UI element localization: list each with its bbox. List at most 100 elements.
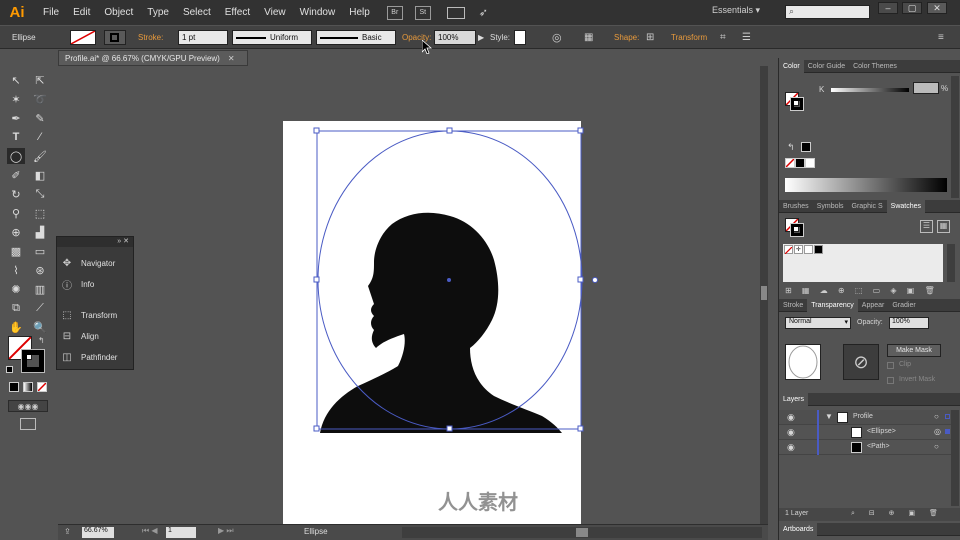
align-panel-button[interactable]: ⊟ Align (61, 327, 131, 345)
swatch-none[interactable] (784, 245, 793, 255)
tab-swatches[interactable]: Swatches (886, 199, 926, 213)
panel-header[interactable]: » ✕ (57, 237, 133, 247)
swatch-grid[interactable]: ✛ (783, 244, 943, 282)
tab-stroke[interactable]: Stroke (779, 299, 807, 312)
first-artboard-icon[interactable]: ⏮ ◀ (142, 526, 158, 536)
tab-artboards[interactable]: Artboards (779, 522, 818, 536)
stroke-color-icon[interactable] (21, 349, 45, 373)
next-artboard-icon[interactable]: ▶ ⏭ (218, 526, 234, 536)
layer-name-ellipse[interactable]: <Ellipse> (867, 428, 896, 435)
artboard-tool-icon[interactable]: ⧉ (7, 300, 25, 316)
navigator-panel-button[interactable]: ✥ Navigator (61, 254, 131, 272)
color-mode-icon[interactable] (9, 382, 19, 392)
shape-builder-tool-icon[interactable]: ⊕ (7, 224, 25, 240)
curvature-tool-icon[interactable]: ✎ (31, 110, 49, 126)
magic-wand-tool-icon[interactable]: ✶ (7, 91, 25, 107)
menu-effect[interactable]: Effect (218, 7, 257, 18)
menu-edit[interactable]: Edit (66, 7, 97, 18)
canvas-area[interactable]: 人人素材 (58, 66, 768, 526)
horizontal-scroll-thumb[interactable] (576, 528, 588, 537)
layer-row-path[interactable]: ◉ <Path> ○ (779, 440, 951, 455)
eraser-tool-icon[interactable]: ◧ (31, 167, 49, 183)
stroke-weight-field[interactable]: 1 pt (178, 30, 228, 45)
gradient-mode-icon[interactable] (23, 382, 33, 392)
visibility-eye-icon[interactable]: ◉ (787, 412, 795, 423)
opacity-field[interactable]: 100% (434, 30, 476, 45)
info-panel-button[interactable]: ⓘ Info (61, 275, 131, 293)
selection-tool-icon[interactable]: ↖ (7, 72, 25, 88)
menu-type[interactable]: Type (140, 7, 176, 18)
ellipse-tool-icon[interactable]: ◯ (7, 148, 25, 164)
scale-tool-icon[interactable]: ⤡ (31, 186, 49, 202)
visibility-eye-icon[interactable]: ◉ (787, 427, 795, 438)
panel-menu-icon[interactable]: ≡ (938, 30, 944, 45)
artboard-number-field[interactable]: 1 (166, 527, 196, 538)
share-icon[interactable]: ⇪ (64, 527, 71, 536)
shaper-tool-icon[interactable]: ✐ (7, 167, 25, 183)
target-circle-icon[interactable]: ○ (934, 412, 939, 421)
tab-transparency[interactable]: Transparency (807, 298, 858, 312)
stock-button[interactable]: St (414, 5, 431, 20)
recolor-artwork-icon[interactable]: ◎ (552, 30, 562, 45)
gpu-performance-icon[interactable]: ➶ (479, 6, 488, 19)
k-value-field[interactable] (913, 82, 939, 94)
blend-mode-select[interactable]: Normal ▾ (785, 317, 851, 329)
close-tab-icon[interactable]: ✕ (228, 54, 235, 63)
layers-scrollbar[interactable] (951, 410, 959, 506)
horizontal-scrollbar[interactable] (402, 527, 762, 538)
out-of-gamut-icon[interactable]: ↰ (787, 142, 795, 153)
type-tool-icon[interactable]: T (7, 129, 25, 145)
tab-color-themes[interactable]: Color Themes (849, 60, 901, 73)
target-circle-icon[interactable]: ◎ (934, 427, 941, 436)
pathfinder-panel-button[interactable]: ◫ Pathfinder (61, 348, 131, 366)
swatches-scrollbar[interactable] (947, 244, 955, 282)
graphic-style-swatch[interactable] (514, 30, 526, 45)
rotate-tool-icon[interactable]: ↻ (7, 186, 25, 202)
transform-link[interactable]: Transform (671, 30, 707, 45)
make-mask-button[interactable]: Make Mask (887, 344, 941, 357)
gradient-tool-icon[interactable]: ▭ (31, 243, 49, 259)
list-view-icon[interactable]: ☰ (920, 220, 933, 233)
k-slider[interactable] (831, 88, 909, 92)
symbol-sprayer-tool-icon[interactable]: ✺ (7, 281, 25, 297)
tab-symbols[interactable]: Symbols (813, 200, 848, 213)
target-circle-icon[interactable]: ○ (934, 442, 939, 451)
opacity-arrow-icon[interactable]: ▶ (478, 30, 484, 45)
tab-brushes[interactable]: Brushes (779, 200, 813, 213)
menu-help[interactable]: Help (342, 7, 377, 18)
pen-tool-icon[interactable]: ✒ (7, 110, 25, 126)
minimize-button[interactable]: – (878, 2, 898, 14)
swatch-white[interactable] (804, 245, 813, 254)
screen-mode-icon[interactable] (20, 418, 36, 430)
bridge-button[interactable]: Br (386, 5, 403, 20)
selected-indicator-icon[interactable] (945, 414, 950, 419)
layer-row-profile[interactable]: ◉ ▼ Profile ○ (779, 410, 951, 425)
stroke-link[interactable]: Stroke: (138, 30, 163, 45)
maximize-button[interactable]: ▢ (902, 2, 922, 14)
none-swatch[interactable] (785, 158, 795, 168)
document-tab[interactable]: Profile.ai* @ 66.67% (CMYK/GPU Preview) … (58, 50, 248, 66)
fill-swatch[interactable] (70, 30, 96, 45)
shape-link[interactable]: Shape: (614, 30, 639, 45)
column-graph-tool-icon[interactable]: ▥ (31, 281, 49, 297)
menu-view[interactable]: View (257, 7, 293, 18)
align-options-icon[interactable]: ▦ (584, 30, 593, 45)
tab-graphic-styles[interactable]: Graphic S (848, 200, 887, 213)
shape-properties-icon[interactable]: ⊞ (646, 30, 654, 45)
tab-appearance[interactable]: Appear (858, 299, 889, 312)
swatch-black[interactable] (814, 245, 823, 254)
paintbrush-tool-icon[interactable]: 🖌 (31, 148, 49, 164)
menu-window[interactable]: Window (293, 7, 343, 18)
vertical-scrollbar[interactable] (760, 66, 768, 524)
lasso-tool-icon[interactable]: ➰ (31, 91, 49, 107)
clip-checkbox[interactable] (887, 362, 894, 369)
stroke-swatch[interactable] (104, 30, 126, 45)
isolate-icon[interactable]: ⌗ (720, 30, 726, 45)
direct-selection-tool-icon[interactable]: ⇱ (31, 72, 49, 88)
grid-view-icon[interactable]: ▦ (937, 220, 950, 233)
menu-file[interactable]: File (36, 7, 66, 18)
mesh-tool-icon[interactable]: ▩ (7, 243, 25, 259)
menu-select[interactable]: Select (176, 7, 218, 18)
layer-row-ellipse[interactable]: ◉ <Ellipse> ◎ (779, 425, 951, 440)
eyedropper-tool-icon[interactable]: ⌇ (7, 262, 25, 278)
